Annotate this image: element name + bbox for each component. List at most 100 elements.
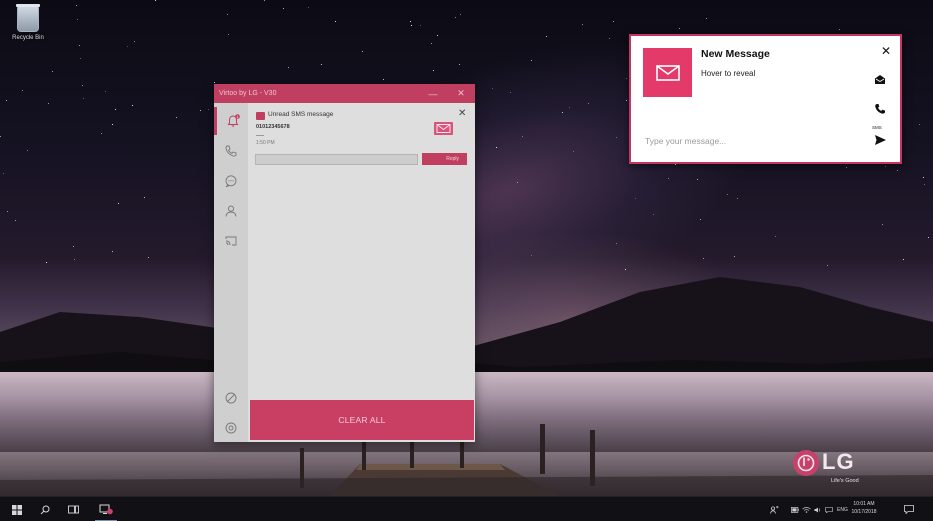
star bbox=[27, 150, 28, 151]
star bbox=[283, 8, 284, 9]
notification-time: 1:50 PM bbox=[256, 140, 275, 146]
action-center-icon[interactable] bbox=[825, 506, 833, 513]
recycle-bin[interactable]: Recycle Bin bbox=[8, 4, 48, 41]
toast-close-button[interactable]: ✕ bbox=[881, 44, 891, 58]
task-view-button[interactable] bbox=[64, 497, 82, 521]
virtoo-title-bar[interactable]: Virtoo by LG - V30 — ✕ bbox=[214, 84, 475, 103]
star bbox=[700, 219, 701, 220]
star bbox=[522, 136, 523, 137]
notification-close-button[interactable]: ✕ bbox=[458, 108, 466, 119]
star bbox=[924, 184, 925, 185]
star bbox=[115, 109, 116, 110]
recycle-bin-icon bbox=[16, 4, 40, 32]
call-button[interactable] bbox=[873, 102, 887, 116]
search-icon bbox=[40, 505, 50, 514]
star bbox=[214, 82, 215, 83]
sidebar-item-settings[interactable] bbox=[214, 414, 248, 442]
sidebar-item-calls[interactable] bbox=[214, 137, 248, 165]
star bbox=[635, 198, 636, 199]
star bbox=[105, 91, 106, 92]
taskbar-clock[interactable]: 10:01 AM 10/17/2018 bbox=[844, 500, 884, 516]
people-icon[interactable] bbox=[770, 505, 779, 514]
star bbox=[321, 64, 322, 65]
taskbar-app-virtoo[interactable] bbox=[95, 497, 117, 521]
star bbox=[569, 107, 570, 108]
star bbox=[228, 34, 229, 35]
star bbox=[919, 124, 920, 125]
system-tray: ENG bbox=[770, 497, 848, 521]
star bbox=[675, 164, 676, 165]
star bbox=[616, 243, 617, 244]
star bbox=[73, 246, 74, 247]
clock-time: 10:01 AM bbox=[853, 501, 875, 507]
star bbox=[101, 133, 102, 134]
star bbox=[517, 182, 518, 183]
reply-button[interactable]: Reply bbox=[422, 153, 467, 165]
star bbox=[118, 203, 119, 204]
virtoo-sidebar: 1 bbox=[214, 103, 248, 442]
star bbox=[546, 36, 547, 37]
star bbox=[76, 5, 77, 6]
battery-icon[interactable] bbox=[791, 506, 799, 513]
window-close-button[interactable]: ✕ bbox=[447, 88, 475, 99]
star bbox=[79, 45, 80, 46]
clear-all-button[interactable]: CLEAR ALL bbox=[250, 400, 474, 440]
star bbox=[83, 98, 84, 99]
sidebar-item-do-not-disturb[interactable] bbox=[214, 384, 248, 412]
star bbox=[668, 178, 669, 179]
toast-message-input[interactable]: Type your message... bbox=[645, 136, 726, 146]
star bbox=[0, 136, 1, 137]
block-icon bbox=[225, 392, 237, 404]
star bbox=[626, 100, 627, 101]
star bbox=[410, 21, 411, 22]
minimize-button[interactable]: — bbox=[419, 89, 447, 99]
sidebar-item-notifications[interactable]: 1 bbox=[214, 107, 248, 135]
star bbox=[48, 103, 49, 104]
send-button[interactable] bbox=[873, 133, 887, 147]
cast-icon bbox=[225, 236, 237, 246]
star bbox=[46, 262, 47, 263]
envelope-icon[interactable] bbox=[434, 122, 453, 135]
reply-input[interactable] bbox=[255, 154, 418, 165]
mark-read-button[interactable] bbox=[873, 72, 887, 86]
star bbox=[134, 41, 135, 42]
phone-icon bbox=[225, 145, 237, 157]
virtoo-main-panel: Unread SMS message 01012345678 ✕ 1:50 PM… bbox=[248, 103, 475, 442]
star bbox=[80, 58, 81, 59]
wifi-icon[interactable] bbox=[802, 506, 811, 513]
star bbox=[144, 197, 145, 198]
sidebar-item-contacts[interactable] bbox=[214, 197, 248, 225]
person-icon bbox=[225, 205, 237, 217]
star bbox=[562, 112, 563, 113]
search-button[interactable] bbox=[36, 497, 54, 521]
star bbox=[846, 167, 847, 168]
volume-icon[interactable] bbox=[814, 507, 822, 513]
call-icon bbox=[875, 104, 885, 114]
star bbox=[496, 147, 497, 148]
star bbox=[706, 18, 707, 19]
new-message-toast[interactable]: New Message Hover to reveal ✕ SMS Type y… bbox=[629, 34, 902, 164]
star bbox=[335, 21, 336, 22]
sidebar-item-messages[interactable] bbox=[214, 167, 248, 195]
lg-logo: LG Life's Good bbox=[793, 448, 883, 488]
star bbox=[903, 259, 904, 260]
sms-notification-card[interactable]: Unread SMS message 01012345678 ✕ 1:50 PM… bbox=[248, 103, 475, 175]
star bbox=[492, 88, 493, 89]
star bbox=[77, 19, 78, 20]
notifications-button[interactable] bbox=[900, 497, 918, 521]
star bbox=[6, 100, 7, 101]
star bbox=[531, 255, 532, 256]
star bbox=[288, 67, 289, 68]
star bbox=[626, 78, 627, 79]
star bbox=[531, 60, 532, 61]
star bbox=[112, 251, 113, 252]
star bbox=[827, 265, 828, 266]
star bbox=[176, 117, 177, 118]
star bbox=[74, 259, 75, 260]
sidebar-item-screen-mirror[interactable] bbox=[214, 227, 248, 255]
star bbox=[459, 64, 460, 65]
star bbox=[727, 194, 728, 195]
star bbox=[420, 25, 421, 26]
start-button[interactable] bbox=[8, 497, 26, 521]
star bbox=[885, 166, 886, 167]
